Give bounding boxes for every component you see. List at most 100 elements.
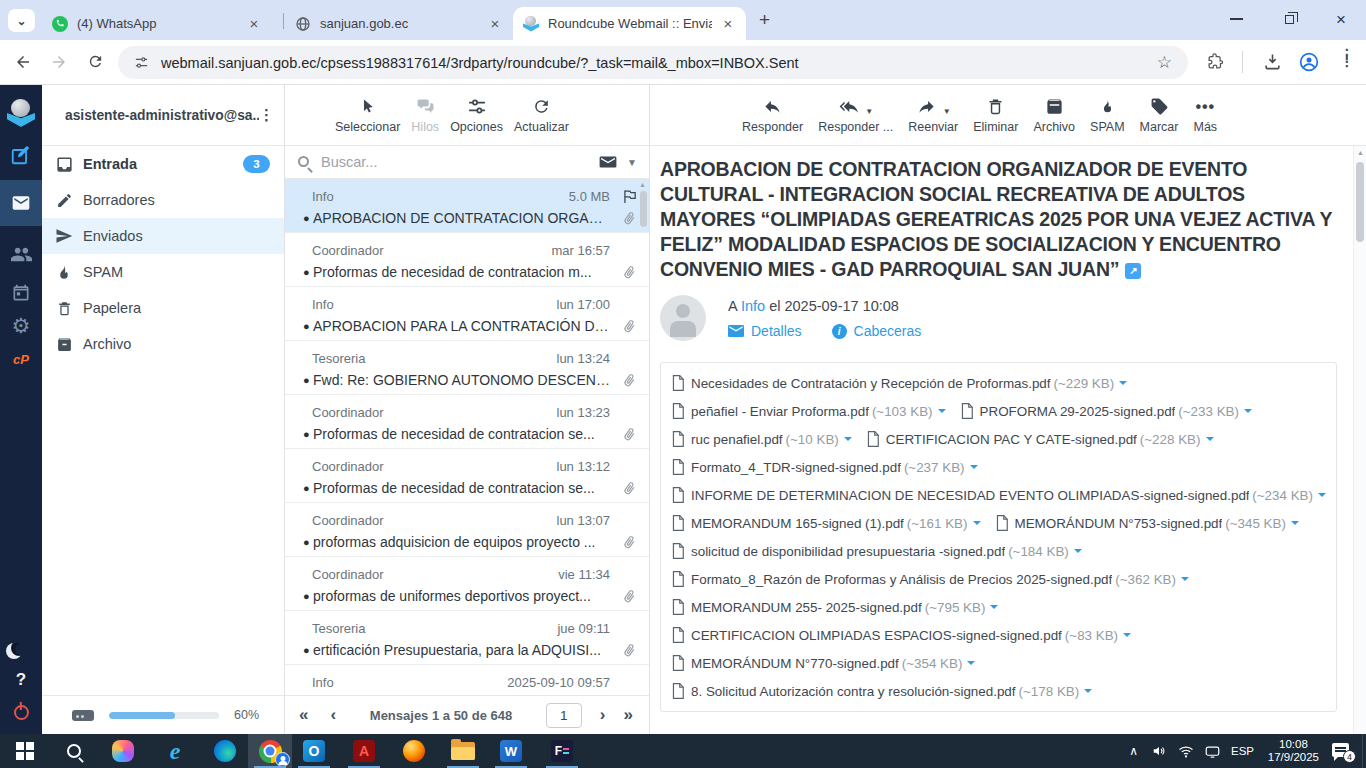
language-indicator[interactable]: ESP: [1231, 734, 1254, 768]
volume-icon[interactable]: [1152, 734, 1166, 768]
new-tab-button[interactable]: +: [759, 9, 770, 31]
folder-archivo[interactable]: Archivo: [42, 326, 284, 362]
folder-spam[interactable]: SPAM: [42, 254, 284, 290]
downloads-icon[interactable]: [1263, 52, 1282, 71]
start-button[interactable]: [3, 734, 47, 768]
forward-button[interactable]: ▼ Reenviar: [908, 95, 958, 134]
account-menu-icon[interactable]: ⋮: [259, 106, 274, 124]
attachment[interactable]: MEMORÁNDUM N°770-signed.pdf (~354 KB): [671, 649, 975, 677]
file-explorer-icon[interactable]: [441, 734, 485, 768]
options-button[interactable]: Opciones: [450, 95, 503, 134]
internet-explorer-icon[interactable]: e: [153, 734, 197, 768]
cast-icon[interactable]: [1205, 734, 1220, 768]
tray-chevron-icon[interactable]: ∧: [1129, 734, 1138, 768]
attachment-menu-caret[interactable]: [1244, 409, 1252, 417]
chrome-icon[interactable]: [248, 734, 292, 768]
taskbar-search-icon[interactable]: [52, 734, 96, 768]
details-link[interactable]: Detalles: [728, 323, 802, 339]
external-link-icon[interactable]: ↗: [1125, 263, 1141, 279]
message-row[interactable]: Tesoreria jue 09:11 ● ertificación Presu…: [285, 611, 649, 665]
mail-nav-icon[interactable]: [0, 180, 42, 226]
message-row[interactable]: Coordinador lun 13:07 ● proformas adquis…: [285, 503, 649, 557]
forms-app-icon[interactable]: F: [540, 734, 584, 768]
attachment-menu-caret[interactable]: [1119, 381, 1127, 389]
clock[interactable]: 10:0817/9/2025: [1268, 734, 1319, 768]
attachment-menu-caret[interactable]: [1074, 549, 1082, 557]
notification-icon[interactable]: 4: [1332, 734, 1352, 768]
attachment-menu-caret[interactable]: [1318, 493, 1326, 501]
help-icon[interactable]: ?: [16, 670, 26, 690]
profile-icon[interactable]: [1299, 52, 1319, 72]
calendar-icon[interactable]: [11, 283, 31, 303]
attachment[interactable]: PROFORMA 29-2025-signed.pdf (~233 KB): [960, 397, 1252, 425]
attachment-menu-caret[interactable]: [1291, 521, 1299, 529]
attachment[interactable]: Formato_8_Razón de Proformas y Análisis …: [671, 565, 1189, 593]
dark-mode-moon-icon[interactable]: ☾: [11, 640, 27, 656]
refresh-list-button[interactable]: Actualizar: [514, 95, 569, 134]
attachment-menu-caret[interactable]: [1206, 437, 1214, 445]
message-row[interactable]: Coordinador lun 13:23 ● Proformas de nec…: [285, 395, 649, 449]
attachment-menu-caret[interactable]: [1084, 689, 1092, 697]
logout-power-icon[interactable]: [14, 705, 29, 720]
contacts-icon[interactable]: [10, 243, 33, 266]
mark-button[interactable]: Marcar: [1140, 95, 1179, 134]
reply-all-button[interactable]: ▼ Responder ...: [818, 95, 893, 134]
bookmark-star-icon[interactable]: ☆: [1157, 52, 1172, 73]
attachment-menu-caret[interactable]: [844, 437, 852, 445]
folder-enviados[interactable]: Enviados: [42, 218, 284, 254]
message-row[interactable]: Coordinador lun 13:12 ● Proformas de nec…: [285, 449, 649, 503]
message-row[interactable]: Coordinador vie 11:34 ● proformas de uni…: [285, 557, 649, 611]
attachment[interactable]: INFORME DE DETERMINACION DE NECESIDAD EV…: [671, 481, 1326, 509]
browser-menu-icon[interactable]: ⋮⋮: [1340, 51, 1354, 65]
word-icon[interactable]: W: [489, 734, 533, 768]
extensions-icon[interactable]: [1207, 53, 1224, 70]
site-info-icon[interactable]: [134, 55, 149, 70]
scroll-up-arrow[interactable]: ▲: [1357, 149, 1364, 156]
first-page-icon[interactable]: «: [299, 705, 308, 725]
tab-roundcube[interactable]: Roundcube Webmail :: Enviados ×: [513, 7, 746, 40]
copilot-icon[interactable]: [101, 734, 145, 768]
prev-page-icon[interactable]: ‹: [330, 705, 336, 725]
next-page-icon[interactable]: ›: [600, 705, 606, 725]
window-minimize-button[interactable]: [1230, 18, 1243, 20]
attachment[interactable]: ruc penafiel.pdf (~10 KB): [671, 425, 852, 453]
reply-button[interactable]: Responder: [742, 95, 803, 134]
folder-borradores[interactable]: Borradores: [42, 182, 284, 218]
search-scope-icon[interactable]: [599, 155, 617, 169]
message-row[interactable]: Coordinador mar 16:57 ● Proformas de nec…: [285, 233, 649, 287]
search-options-chevron[interactable]: ▼: [627, 157, 637, 168]
last-page-icon[interactable]: »: [624, 705, 633, 725]
message-row[interactable]: Tesoreria lun 13:24 ● Fwd: Re: GOBIERNO …: [285, 341, 649, 395]
address-bar[interactable]: webmail.sanjuan.gob.ec/cpsess1988317614/…: [118, 46, 1188, 79]
attachment-menu-caret[interactable]: [938, 409, 946, 417]
tab-close-icon[interactable]: ×: [487, 15, 503, 32]
tab-search-button[interactable]: ⌄: [8, 9, 35, 32]
delete-button[interactable]: Eliminar: [973, 95, 1018, 134]
scroll-up-arrow[interactable]: ▲: [639, 181, 646, 188]
message-row[interactable]: Info 2025-09-10 09:57: [285, 665, 649, 695]
search-bar[interactable]: Buscar... ▼: [285, 146, 649, 179]
recipient-link[interactable]: Info: [741, 298, 765, 314]
forward-icon[interactable]: [50, 53, 68, 71]
cpanel-icon[interactable]: cP: [13, 352, 29, 367]
attachment[interactable]: MEMORÁNDUM N°753-signed.pdf (~345 KB): [995, 509, 1299, 537]
folder-entrada[interactable]: Entrada 3: [42, 146, 284, 182]
outlook-icon[interactable]: O: [292, 734, 336, 768]
message-row[interactable]: Info lun 17:00 ● APROBACION PARA LA CONT…: [285, 287, 649, 341]
tab-close-icon[interactable]: ×: [720, 15, 736, 32]
compose-icon[interactable]: [10, 144, 32, 166]
attachment[interactable]: Necesidades de Contratación y Recepción …: [671, 369, 1127, 397]
attachment[interactable]: solicitud de disponibilidad presupuestar…: [671, 537, 1082, 565]
refresh-icon[interactable]: [87, 53, 104, 70]
settings-gear-icon[interactable]: ⚙: [12, 316, 31, 336]
page-number-input[interactable]: 1: [546, 703, 582, 728]
attachment[interactable]: MEMORANDUM 165-signed (1).pdf (~161 KB): [671, 509, 981, 537]
attachment[interactable]: 8. Solicitud Autorización contra y resol…: [671, 677, 1092, 705]
threads-button[interactable]: Hilos: [411, 95, 439, 134]
attachment[interactable]: CERTIFICACION OLIMPIADAS ESPACIOS-signed…: [671, 621, 1131, 649]
attachment-menu-caret[interactable]: [973, 521, 981, 529]
firefox-icon[interactable]: [392, 734, 436, 768]
window-close-button[interactable]: ×: [1336, 11, 1346, 28]
window-restore-button[interactable]: [1285, 15, 1294, 24]
more-button[interactable]: ••• Más: [1193, 95, 1217, 134]
